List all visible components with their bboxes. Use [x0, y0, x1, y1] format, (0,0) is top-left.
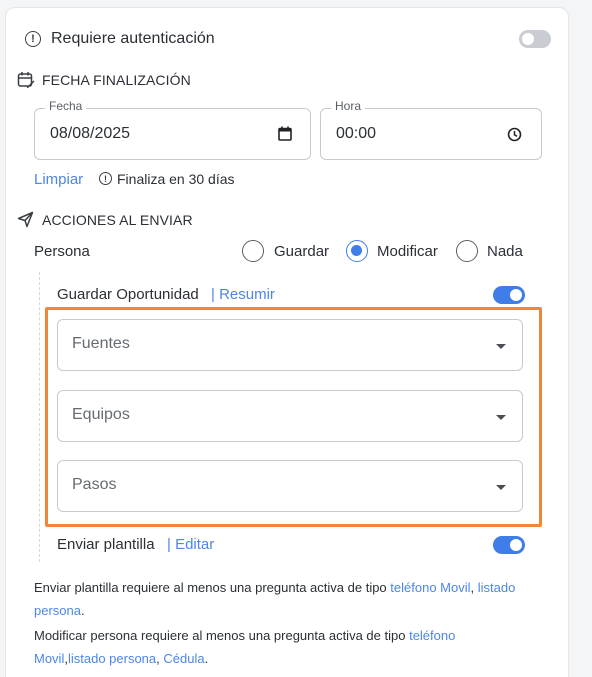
- note-keyword: Movil: [34, 651, 65, 666]
- pasos-select[interactable]: Pasos: [57, 460, 523, 512]
- enviar-plantilla-toggle[interactable]: [493, 536, 525, 554]
- nesting-guide: [39, 272, 40, 562]
- equipos-select[interactable]: Equipos: [57, 390, 523, 442]
- fuentes-select[interactable]: Fuentes: [57, 319, 523, 371]
- date-value[interactable]: 08/08/2025: [50, 125, 130, 143]
- radio-guardar[interactable]: [242, 240, 264, 262]
- note-sep: ,: [156, 651, 160, 666]
- guardar-oportunidad-label: Guardar Oportunidad: [57, 286, 199, 303]
- toggle-knob: [510, 289, 522, 301]
- caret-down-icon: [496, 485, 506, 490]
- note-sep: ,: [470, 580, 475, 595]
- radio-modificar[interactable]: [346, 240, 368, 262]
- toggle-knob: [510, 539, 522, 551]
- fecha-section-title: FECHA FINALIZACIÓN: [42, 72, 191, 88]
- info-icon: !: [99, 172, 112, 185]
- radio-modificar-label[interactable]: Modificar: [377, 243, 438, 260]
- editar-link[interactable]: | Editar: [167, 536, 214, 553]
- note-keyword: Cédula: [163, 651, 205, 666]
- fuentes-placeholder: Fuentes: [72, 335, 130, 352]
- calendar-edit-icon: [17, 72, 35, 88]
- resumir-link[interactable]: | Resumir: [211, 286, 275, 303]
- guardar-oportunidad-toggle[interactable]: [493, 286, 525, 304]
- note-end: .: [80, 603, 85, 618]
- ends-in-text: Finaliza en 30 días: [117, 171, 235, 187]
- radio-nada-label[interactable]: Nada: [487, 243, 523, 260]
- time-value[interactable]: 00:00: [336, 125, 376, 143]
- note-keyword: teléfono Movil: [390, 580, 471, 595]
- auth-toggle[interactable]: [519, 30, 551, 48]
- note-keyword: teléfono: [409, 628, 456, 643]
- pasos-placeholder: Pasos: [72, 476, 117, 493]
- note-text: Modificar persona requiere al menos una …: [34, 628, 406, 643]
- note-text: Enviar plantilla requiere al menos una p…: [34, 580, 387, 595]
- caret-down-icon: [496, 344, 506, 349]
- send-icon: [17, 211, 34, 228]
- caret-down-icon: [496, 415, 506, 420]
- acciones-section-title: ACCIONES AL ENVIAR: [42, 212, 193, 228]
- toggle-knob: [522, 33, 534, 45]
- auth-label: Requiere autenticación: [51, 30, 215, 47]
- calendar-icon[interactable]: [278, 126, 292, 141]
- note-keyword: listado persona: [67, 651, 157, 666]
- equipos-placeholder: Equipos: [72, 406, 130, 423]
- clear-date-link[interactable]: Limpiar: [34, 171, 83, 188]
- note-keyword: persona: [34, 603, 81, 618]
- enviar-plantilla-label: Enviar plantilla: [57, 536, 155, 553]
- radio-guardar-label[interactable]: Guardar: [274, 243, 329, 260]
- note-modificar-persona: Modificar persona requiere al menos una …: [34, 624, 534, 670]
- note-keyword: listado: [477, 580, 516, 595]
- time-label: Hora: [331, 99, 366, 113]
- radio-nada[interactable]: [456, 240, 478, 262]
- clock-icon[interactable]: [507, 127, 522, 142]
- date-label: Fecha: [45, 99, 87, 113]
- persona-label: Persona: [34, 243, 90, 260]
- note-end: .: [204, 651, 209, 666]
- note-enviar-plantilla: Enviar plantilla requiere al menos una p…: [34, 576, 534, 622]
- info-icon: !: [25, 31, 41, 47]
